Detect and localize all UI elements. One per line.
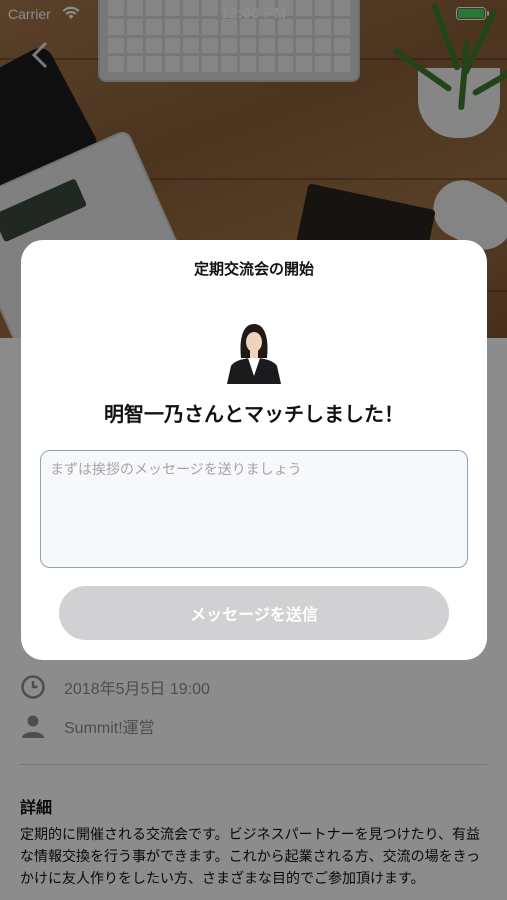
match-modal: 定期交流会の開始 明智一乃さんとマッチしました！ メッセージを送信 (21, 240, 487, 660)
modal-title: 定期交流会の開始 (193, 260, 314, 278)
send-message-button[interactable]: メッセージを送信 (59, 586, 449, 640)
message-input[interactable] (40, 450, 468, 568)
avatar (223, 318, 285, 384)
match-message: 明智一乃さんとマッチしました！ (104, 402, 404, 426)
avatar-portrait (223, 318, 285, 384)
